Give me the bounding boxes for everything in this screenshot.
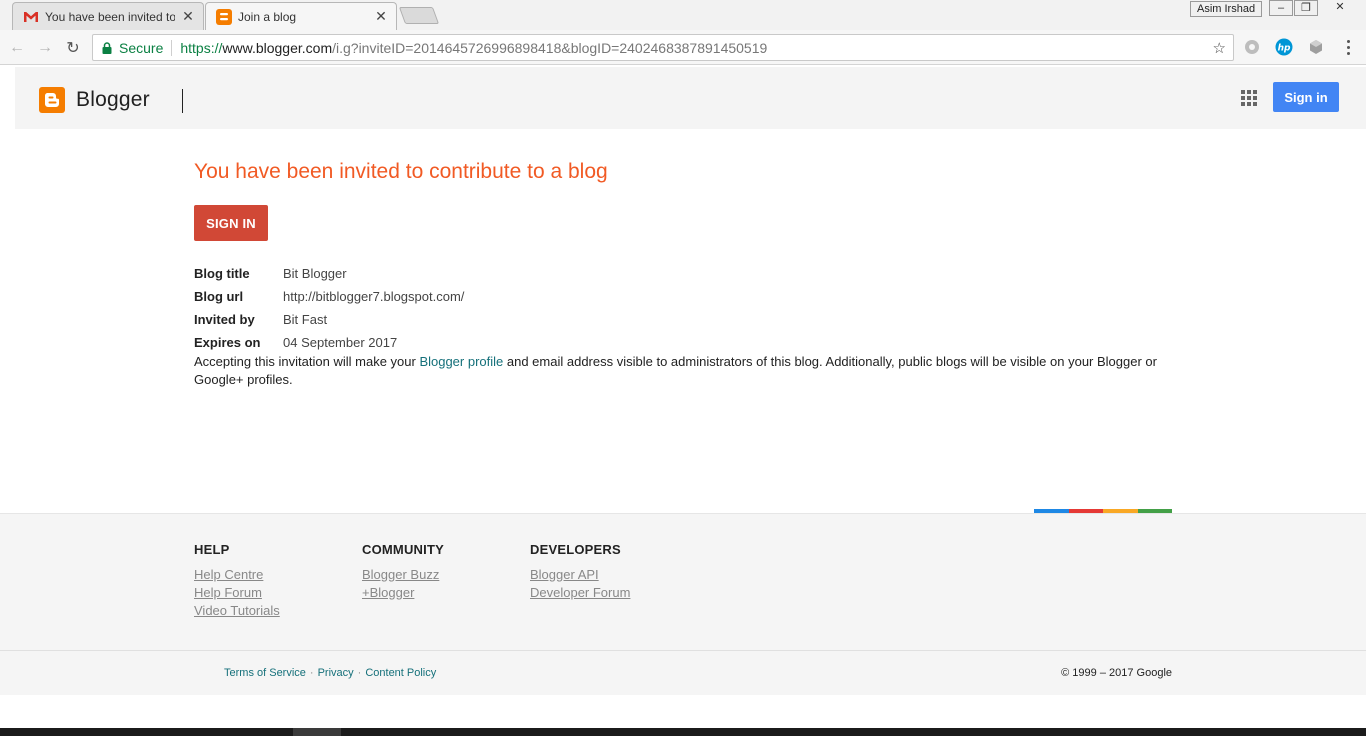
browser-tabstrip: You have been invited to ✕ Join a blog ✕…	[0, 0, 1366, 30]
svg-text:hp: hp	[1278, 44, 1291, 54]
footer-link[interactable]: Help Forum	[194, 584, 280, 602]
privacy-link[interactable]: Privacy	[318, 667, 354, 679]
google-apps-icon[interactable]	[1241, 90, 1257, 106]
text-cursor	[182, 89, 183, 113]
footer-link[interactable]: Blogger Buzz	[362, 566, 444, 584]
new-tab-button[interactable]	[398, 7, 440, 24]
blogger-logo[interactable]: Blogger	[39, 87, 150, 113]
blog-details: Blog title Bit Blogger Blog url http://b…	[194, 262, 464, 354]
signin-button[interactable]: SIGN IN	[194, 205, 268, 241]
blogger-profile-link[interactable]: Blogger profile	[419, 354, 503, 369]
window-close-button[interactable]: ✕	[1320, 0, 1360, 16]
footer-column-developers: DEVELOPERS Blogger API Developer Forum	[530, 542, 630, 602]
footer-column-community: COMMUNITY Blogger Buzz +Blogger	[362, 542, 444, 602]
footer-heading: HELP	[194, 542, 230, 557]
copyright: © 1999 – 2017 Google	[1061, 667, 1172, 679]
url-path: /i.g?inviteID=2014645726996898418&blogID…	[332, 39, 768, 56]
detail-label: Blog url	[194, 289, 244, 304]
site-footer: HELP Help Centre Help Forum Video Tutori…	[0, 513, 1366, 650]
detail-row: Expires on 04 September 2017	[194, 331, 464, 354]
footer-link[interactable]: Developer Forum	[530, 584, 630, 602]
header-signin-button[interactable]: Sign in	[1273, 82, 1339, 112]
os-taskbar	[0, 728, 1366, 736]
detail-row: Blog url http://bitblogger7.blogspot.com…	[194, 285, 464, 308]
taskbar-item[interactable]	[293, 728, 341, 736]
footer-link[interactable]: +Blogger	[362, 584, 444, 602]
invitation-notice: Accepting this invitation will make your…	[194, 353, 1174, 389]
footer-heading: DEVELOPERS	[530, 542, 621, 557]
footer-link[interactable]: Help Centre	[194, 566, 280, 584]
footer-heading: COMMUNITY	[362, 542, 444, 557]
detail-label: Blog title	[194, 266, 250, 281]
extension-icon[interactable]	[1307, 38, 1325, 56]
back-button[interactable]: ←	[6, 37, 28, 59]
browser-menu-icon[interactable]	[1343, 38, 1353, 56]
hp-extension-icon[interactable]: hp	[1275, 38, 1293, 56]
detail-label: Invited by	[194, 312, 255, 327]
expiry-value: 04 September 2017	[283, 335, 398, 350]
blogger-logo-icon	[39, 87, 65, 113]
bookmark-star-icon[interactable]: ☆	[1213, 39, 1226, 57]
reload-button[interactable]: ↻	[62, 37, 84, 59]
forward-button[interactable]: →	[34, 37, 56, 59]
tab-join-blog[interactable]: Join a blog ✕	[205, 2, 397, 30]
url-scheme: https://	[180, 39, 223, 56]
terms-link[interactable]: Terms of Service	[224, 667, 306, 679]
inviter-value: Bit Fast	[283, 312, 328, 327]
logo-wordmark: Blogger	[76, 88, 150, 111]
site-header: Blogger Sign in	[15, 67, 1366, 129]
tab-gmail[interactable]: You have been invited to ✕	[12, 2, 204, 30]
footer-link[interactable]: Video Tutorials	[194, 602, 280, 620]
legal-links: Terms of Service · Privacy · Content Policy	[224, 667, 436, 679]
legal-footer: Terms of Service · Privacy · Content Policy …	[0, 650, 1366, 695]
arrow-left-icon: ←	[9, 39, 25, 56]
close-icon[interactable]: ✕	[374, 8, 388, 25]
detail-row: Invited by Bit Fast	[194, 308, 464, 331]
omnibox-divider	[171, 39, 173, 56]
link-separator: ·	[357, 667, 362, 679]
blog-title-value: Bit Blogger	[283, 266, 347, 281]
restore-button[interactable]: ❐	[1294, 0, 1318, 16]
close-icon[interactable]: ✕	[181, 8, 195, 25]
link-separator: ·	[309, 667, 314, 679]
tab-title: You have been invited to	[45, 9, 175, 24]
page-title: You have been invited to contribute to a…	[194, 160, 608, 183]
tab-title: Join a blog	[238, 9, 297, 24]
browser-toolbar: ← → ↻ Secure https://www.blogger.com/i.g…	[0, 30, 1366, 65]
blogger-icon	[216, 8, 232, 25]
blog-url-link[interactable]: http://bitblogger7.blogspot.com/	[283, 289, 464, 304]
url-host: www.blogger.com	[222, 39, 333, 56]
arrow-right-icon: →	[37, 39, 53, 56]
extension-icon[interactable]	[1243, 38, 1261, 56]
security-label: Secure	[119, 39, 164, 56]
address-bar[interactable]: Secure https://www.blogger.com/i.g?invit…	[92, 34, 1234, 61]
detail-row: Blog title Bit Blogger	[194, 262, 464, 285]
footer-link[interactable]: Blogger API	[530, 566, 630, 584]
notice-text: Accepting this invitation will make your	[194, 354, 420, 369]
detail-label: Expires on	[194, 335, 261, 350]
profile-button[interactable]: Asim Irshad	[1190, 1, 1263, 17]
footer-column-help: HELP Help Centre Help Forum Video Tutori…	[194, 542, 280, 620]
minimize-button[interactable]: –	[1269, 0, 1293, 16]
content-policy-link[interactable]: Content Policy	[365, 667, 436, 679]
gmail-icon	[23, 9, 39, 25]
lock-icon	[102, 41, 112, 54]
reload-icon: ↻	[66, 40, 80, 57]
